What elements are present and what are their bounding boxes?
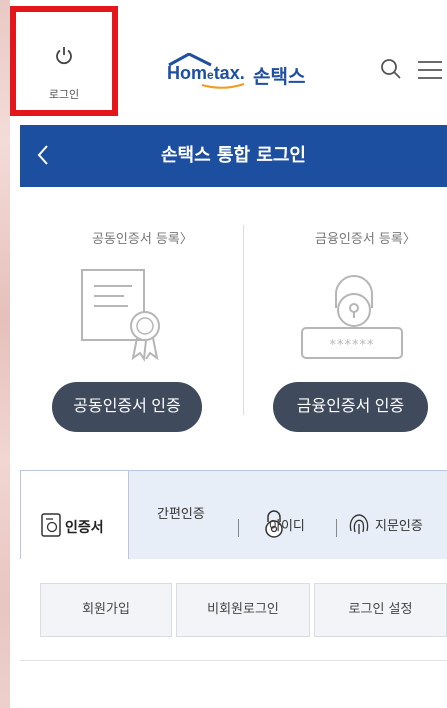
login-settings-button[interactable]: 로그인 설정 bbox=[314, 583, 447, 637]
signup-button[interactable]: 회원가입 bbox=[40, 583, 172, 637]
menu-icon[interactable] bbox=[418, 60, 442, 80]
login-method-tabs: 인증서 간편인증 아이디 지문인증 bbox=[20, 470, 447, 559]
logo-swoosh-icon bbox=[201, 83, 245, 89]
app-header: 로그인 Hometax. 손택스 bbox=[10, 0, 447, 122]
divider bbox=[20, 660, 447, 661]
power-icon bbox=[56, 47, 72, 65]
logo-text-korean: 손택스 bbox=[253, 66, 306, 88]
tab-id-login[interactable]: 아이디 bbox=[269, 515, 305, 534]
tab-simple-auth[interactable]: 간편인증 bbox=[157, 503, 205, 522]
tab-certificate[interactable]: 인증서 bbox=[20, 471, 129, 559]
background-strip bbox=[0, 0, 10, 708]
padlock-password-icon: ****** bbox=[301, 275, 403, 359]
finance-cert-register-link[interactable]: 금융인증서 등록〉 bbox=[315, 228, 416, 247]
panel-divider bbox=[243, 225, 244, 415]
tab-separator bbox=[238, 519, 239, 537]
tab-fingerprint[interactable]: 지문인증 bbox=[375, 515, 423, 534]
login-button[interactable]: 로그인 bbox=[10, 6, 118, 116]
tab-separator bbox=[336, 519, 337, 537]
tab-certificate-label: 인증서 bbox=[65, 520, 104, 536]
certificate-document-icon bbox=[81, 269, 160, 362]
guest-login-button[interactable]: 비회원로그인 bbox=[176, 583, 310, 637]
logo-text-tax: tax. bbox=[213, 63, 245, 83]
page-titlebar: 손택스 통합 로그인 bbox=[20, 125, 447, 187]
logo-text-e: e bbox=[207, 68, 214, 82]
search-icon[interactable] bbox=[380, 58, 402, 80]
svg-text:******: ****** bbox=[330, 338, 375, 353]
joint-cert-auth-button[interactable]: 공동인증서 인증 bbox=[52, 382, 202, 432]
joint-cert-register-link[interactable]: 공동인증서 등록〉 bbox=[92, 228, 193, 247]
fingerprint-icon bbox=[349, 514, 369, 534]
logo-text-hom: Hom bbox=[167, 63, 207, 83]
finance-cert-auth-button[interactable]: 금융인증서 인증 bbox=[273, 382, 428, 432]
certificate-card-icon bbox=[41, 513, 61, 537]
page-title: 손택스 통합 로그인 bbox=[160, 145, 306, 166]
login-label: 로그인 bbox=[48, 88, 80, 101]
